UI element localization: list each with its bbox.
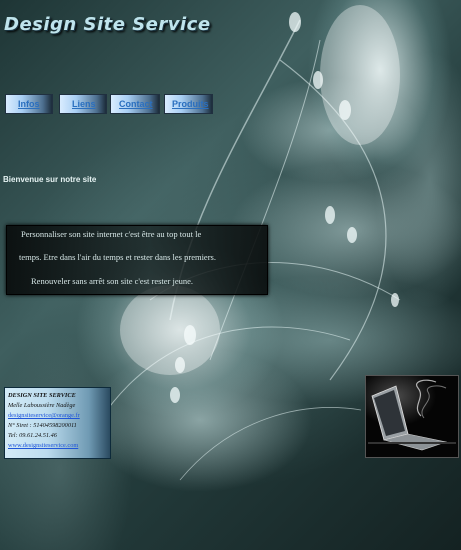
laptop-smoke-image <box>368 379 456 451</box>
laptop-photo <box>365 375 459 458</box>
nav-link-liens[interactable]: Liens <box>59 94 107 114</box>
contact-person: Melle Laboussière Nadège <box>8 402 76 409</box>
email-link[interactable]: designsiteservice@orange.fr <box>8 412 80 419</box>
intro-line-1: Personnaliser son site internet c'est êt… <box>21 229 202 239</box>
welcome-heading: Bienvenue sur notre site <box>3 175 97 184</box>
website-link[interactable]: www.designsiteservice.com <box>8 442 78 449</box>
intro-line-3: Renouveler sans arrêt son site c'est res… <box>31 276 194 286</box>
site-title: Design Site Service <box>4 14 211 35</box>
nav-link-infos[interactable]: Infos <box>5 94 53 114</box>
nav-link-produits[interactable]: Produits <box>164 94 213 114</box>
intro-line-2: temps. Etre dans l'air du temps et reste… <box>19 252 216 262</box>
company-name: DESIGN SITE SERVICE <box>8 392 76 399</box>
phone-number: Tel: 09.61.24.51.46 <box>8 432 57 439</box>
contact-card: DESIGN SITE SERVICE Melle Laboussière Na… <box>4 387 111 459</box>
intro-text-box: Personnaliser son site internet c'est êt… <box>6 225 268 295</box>
siret-number: N° Siret : 51404598200011 <box>8 422 77 429</box>
nav-link-contact[interactable]: Contact <box>110 94 160 114</box>
